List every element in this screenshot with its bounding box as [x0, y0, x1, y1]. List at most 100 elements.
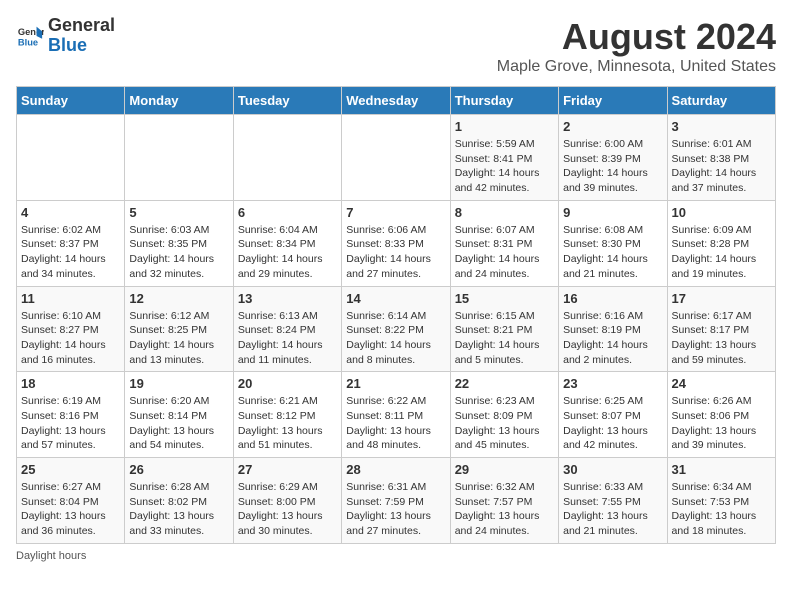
day-info: Sunrise: 6:34 AM Sunset: 7:53 PM Dayligh… [672, 480, 771, 539]
header-tuesday: Tuesday [233, 87, 341, 115]
day-cell: 29 Sunrise: 6:32 AM Sunset: 7:57 PM Dayli… [450, 458, 558, 544]
day-number: 28 [346, 462, 445, 477]
day-cell: 31 Sunrise: 6:34 AM Sunset: 7:53 PM Dayli… [667, 458, 775, 544]
day-info: Sunrise: 6:01 AM Sunset: 8:38 PM Dayligh… [672, 137, 771, 196]
day-info: Sunrise: 6:17 AM Sunset: 8:17 PM Dayligh… [672, 309, 771, 368]
week-row-4: 25 Sunrise: 6:27 AM Sunset: 8:04 PM Dayli… [17, 458, 776, 544]
day-info: Sunrise: 6:07 AM Sunset: 8:31 PM Dayligh… [455, 223, 554, 282]
day-cell: 17 Sunrise: 6:17 AM Sunset: 8:17 PM Dayli… [667, 286, 775, 372]
day-info: Sunrise: 6:03 AM Sunset: 8:35 PM Dayligh… [129, 223, 228, 282]
day-number: 15 [455, 291, 554, 306]
day-info: Sunrise: 6:25 AM Sunset: 8:07 PM Dayligh… [563, 394, 662, 453]
day-cell: 11 Sunrise: 6:10 AM Sunset: 8:27 PM Dayli… [17, 286, 125, 372]
day-number: 12 [129, 291, 228, 306]
day-cell: 6 Sunrise: 6:04 AM Sunset: 8:34 PM Daylig… [233, 200, 341, 286]
day-number: 13 [238, 291, 337, 306]
day-number: 29 [455, 462, 554, 477]
header-saturday: Saturday [667, 87, 775, 115]
calendar: SundayMondayTuesdayWednesdayThursdayFrid… [16, 86, 776, 544]
svg-text:Blue: Blue [18, 37, 38, 47]
week-row-2: 11 Sunrise: 6:10 AM Sunset: 8:27 PM Dayli… [17, 286, 776, 372]
day-info: Sunrise: 6:20 AM Sunset: 8:14 PM Dayligh… [129, 394, 228, 453]
day-number: 7 [346, 205, 445, 220]
day-number: 21 [346, 376, 445, 391]
day-number: 10 [672, 205, 771, 220]
day-number: 27 [238, 462, 337, 477]
day-cell [342, 115, 450, 201]
week-row-3: 18 Sunrise: 6:19 AM Sunset: 8:16 PM Dayli… [17, 372, 776, 458]
day-info: Sunrise: 6:27 AM Sunset: 8:04 PM Dayligh… [21, 480, 120, 539]
header-thursday: Thursday [450, 87, 558, 115]
day-cell: 9 Sunrise: 6:08 AM Sunset: 8:30 PM Daylig… [559, 200, 667, 286]
day-info: Sunrise: 6:06 AM Sunset: 8:33 PM Dayligh… [346, 223, 445, 282]
day-number: 16 [563, 291, 662, 306]
day-number: 18 [21, 376, 120, 391]
day-info: Sunrise: 6:31 AM Sunset: 7:59 PM Dayligh… [346, 480, 445, 539]
day-cell: 22Sunrise: 6:23 AM Sunset: 8:09 PM Dayli… [450, 372, 558, 458]
week-row-0: 1Sunrise: 5:59 AM Sunset: 8:41 PM Daylig… [17, 115, 776, 201]
day-number: 31 [672, 462, 771, 477]
day-cell [125, 115, 233, 201]
footer-note: Daylight hours [16, 550, 776, 562]
day-number: 6 [238, 205, 337, 220]
day-info: Sunrise: 6:04 AM Sunset: 8:34 PM Dayligh… [238, 223, 337, 282]
day-info: Sunrise: 6:16 AM Sunset: 8:19 PM Dayligh… [563, 309, 662, 368]
week-row-1: 4 Sunrise: 6:02 AM Sunset: 8:37 PM Daylig… [17, 200, 776, 286]
day-info: Sunrise: 6:10 AM Sunset: 8:27 PM Dayligh… [21, 309, 120, 368]
day-number: 20 [238, 376, 337, 391]
day-cell: 5 Sunrise: 6:03 AM Sunset: 8:35 PM Daylig… [125, 200, 233, 286]
day-number: 17 [672, 291, 771, 306]
day-number: 14 [346, 291, 445, 306]
day-cell: 3 Sunrise: 6:01 AM Sunset: 8:38 PM Daylig… [667, 115, 775, 201]
day-cell: 13 Sunrise: 6:13 AM Sunset: 8:24 PM Dayli… [233, 286, 341, 372]
day-cell: 20Sunrise: 6:21 AM Sunset: 8:12 PM Dayli… [233, 372, 341, 458]
logo-general: General [48, 16, 115, 36]
day-cell: 30Sunrise: 6:33 AM Sunset: 7:55 PM Dayli… [559, 458, 667, 544]
day-cell: 16 Sunrise: 6:16 AM Sunset: 8:19 PM Dayli… [559, 286, 667, 372]
day-cell: 10 Sunrise: 6:09 AM Sunset: 8:28 PM Dayli… [667, 200, 775, 286]
calendar-body: 1Sunrise: 5:59 AM Sunset: 8:41 PM Daylig… [17, 115, 776, 544]
day-info: Sunrise: 6:32 AM Sunset: 7:57 PM Dayligh… [455, 480, 554, 539]
subtitle: Maple Grove, Minnesota, United States [497, 58, 776, 76]
day-number: 5 [129, 205, 228, 220]
day-info: Sunrise: 6:23 AM Sunset: 8:09 PM Dayligh… [455, 394, 554, 453]
day-number: 9 [563, 205, 662, 220]
day-info: Sunrise: 5:59 AM Sunset: 8:41 PM Dayligh… [455, 137, 554, 196]
logo-blue: Blue [48, 36, 115, 56]
day-cell: 23 Sunrise: 6:25 AM Sunset: 8:07 PM Dayli… [559, 372, 667, 458]
day-cell: 12Sunrise: 6:12 AM Sunset: 8:25 PM Dayli… [125, 286, 233, 372]
logo-icon: General Blue [16, 22, 44, 50]
day-cell: 2Sunrise: 6:00 AM Sunset: 8:39 PM Daylig… [559, 115, 667, 201]
day-cell [17, 115, 125, 201]
day-info: Sunrise: 6:29 AM Sunset: 8:00 PM Dayligh… [238, 480, 337, 539]
day-number: 30 [563, 462, 662, 477]
day-cell: 19 Sunrise: 6:20 AM Sunset: 8:14 PM Dayli… [125, 372, 233, 458]
day-info: Sunrise: 6:28 AM Sunset: 8:02 PM Dayligh… [129, 480, 228, 539]
day-number: 19 [129, 376, 228, 391]
day-cell: 4 Sunrise: 6:02 AM Sunset: 8:37 PM Daylig… [17, 200, 125, 286]
day-info: Sunrise: 6:26 AM Sunset: 8:06 PM Dayligh… [672, 394, 771, 453]
main-title: August 2024 [497, 16, 776, 58]
header-friday: Friday [559, 87, 667, 115]
day-cell: 21Sunrise: 6:22 AM Sunset: 8:11 PM Dayli… [342, 372, 450, 458]
day-number: 25 [21, 462, 120, 477]
day-number: 3 [672, 119, 771, 134]
day-cell: 15Sunrise: 6:15 AM Sunset: 8:21 PM Dayli… [450, 286, 558, 372]
day-number: 24 [672, 376, 771, 391]
day-number: 2 [563, 119, 662, 134]
day-cell: 7 Sunrise: 6:06 AM Sunset: 8:33 PM Daylig… [342, 200, 450, 286]
day-info: Sunrise: 6:02 AM Sunset: 8:37 PM Dayligh… [21, 223, 120, 282]
calendar-header: SundayMondayTuesdayWednesdayThursdayFrid… [17, 87, 776, 115]
day-info: Sunrise: 6:09 AM Sunset: 8:28 PM Dayligh… [672, 223, 771, 282]
title-area: August 2024 Maple Grove, Minnesota, Unit… [497, 16, 776, 76]
header-wednesday: Wednesday [342, 87, 450, 115]
day-info: Sunrise: 6:19 AM Sunset: 8:16 PM Dayligh… [21, 394, 120, 453]
day-info: Sunrise: 6:13 AM Sunset: 8:24 PM Dayligh… [238, 309, 337, 368]
day-info: Sunrise: 6:08 AM Sunset: 8:30 PM Dayligh… [563, 223, 662, 282]
day-number: 4 [21, 205, 120, 220]
day-number: 23 [563, 376, 662, 391]
day-cell: 8Sunrise: 6:07 AM Sunset: 8:31 PM Daylig… [450, 200, 558, 286]
day-number: 11 [21, 291, 120, 306]
header-row: SundayMondayTuesdayWednesdayThursdayFrid… [17, 87, 776, 115]
day-cell: 14Sunrise: 6:14 AM Sunset: 8:22 PM Dayli… [342, 286, 450, 372]
